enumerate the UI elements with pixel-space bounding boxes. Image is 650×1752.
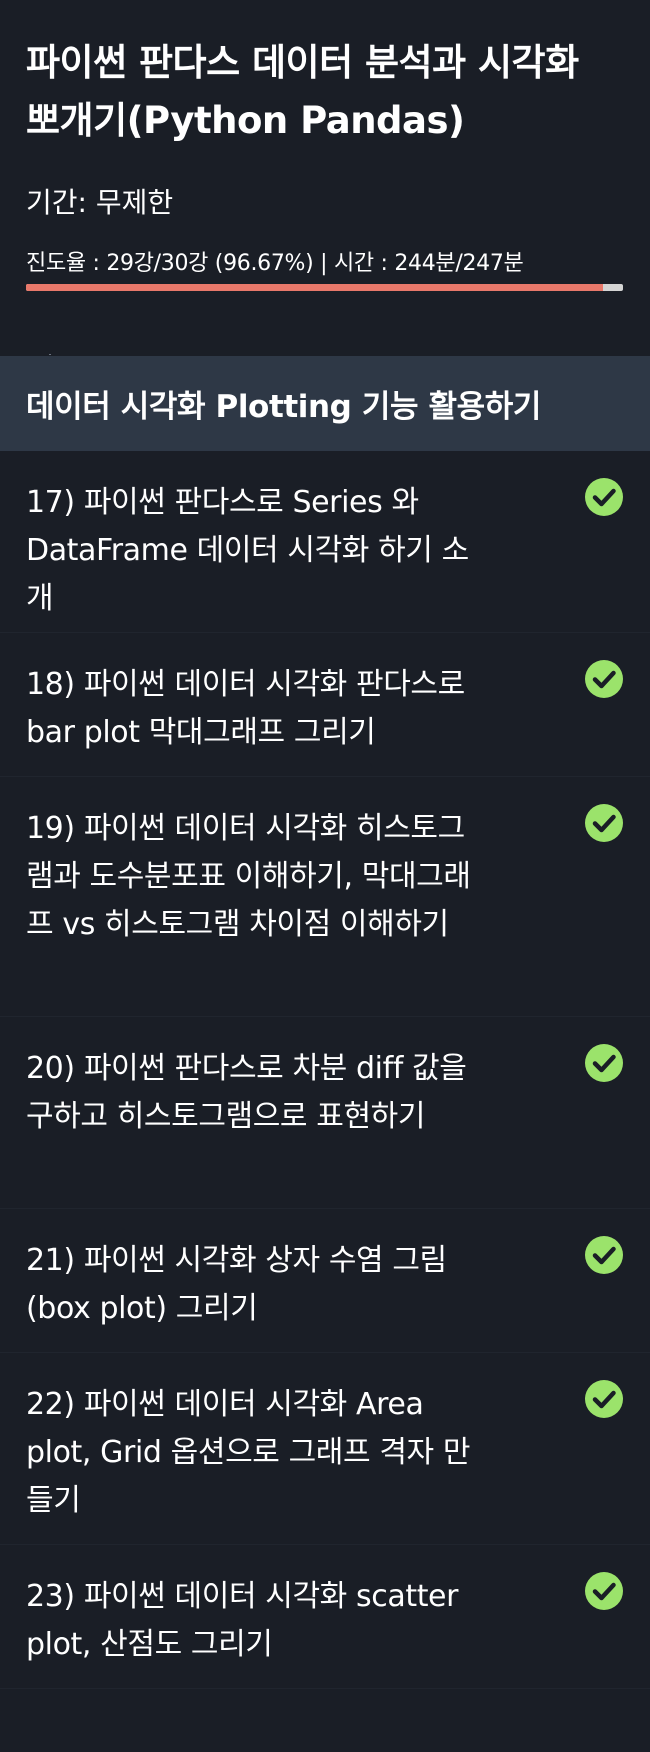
check-circle-icon [585, 478, 623, 516]
check-circle-icon [585, 1380, 623, 1418]
section-title: 데이터 시각화 Plotting 기능 활용하기 [26, 389, 541, 425]
lesson-title: 21) 파이썬 시각화 상자 수염 그림(box plot) 그리기 [26, 1243, 447, 1326]
section-header[interactable]: 데이터 시각화 Plotting 기능 활용하기 [0, 356, 650, 451]
lesson-item[interactable]: 18) 파이썬 데이터 시각화 판다스로 bar plot 막대그래프 그리기 [0, 633, 650, 777]
lesson-item[interactable]: 19) 파이썬 데이터 시각화 히스토그램과 도수분포표 이해하기, 막대그래프… [0, 777, 650, 1017]
lesson-title: 17) 파이썬 판다스로 Series 와 DataFrame 데이터 시각화 … [26, 485, 469, 616]
lesson-title: 19) 파이썬 데이터 시각화 히스토그램과 도수분포표 이해하기, 막대그래프… [26, 811, 471, 942]
lesson-title: 22) 파이썬 데이터 시각화 Area plot, Grid 옵션으로 그래프… [26, 1387, 471, 1518]
course-title: 파이썬 판다스 데이터 분석과 시각화 뽀개기(Python Pandas) [26, 41, 579, 142]
check-circle-icon [585, 1572, 623, 1610]
progress-bar [26, 284, 623, 291]
check-circle-icon [585, 1044, 623, 1082]
divider-dot [49, 354, 51, 355]
check-circle-icon [585, 804, 623, 842]
course-period: 기간: 무제한 [26, 186, 174, 219]
check-circle-icon [585, 1236, 623, 1274]
course-header: 파이썬 판다스 데이터 분석과 시각화 뽀개기(Python Pandas) 기… [0, 0, 650, 356]
check-circle-icon [585, 660, 623, 698]
lesson-title: 20) 파이썬 판다스로 차분 diff 값을 구하고 히스토그램으로 표현하기 [26, 1051, 467, 1134]
lesson-item[interactable]: 20) 파이썬 판다스로 차분 diff 값을 구하고 히스토그램으로 표현하기 [0, 1017, 650, 1209]
lesson-item[interactable]: 17) 파이썬 판다스로 Series 와 DataFrame 데이터 시각화 … [0, 451, 650, 633]
lesson-item[interactable]: 21) 파이썬 시각화 상자 수염 그림(box plot) 그리기 [0, 1209, 650, 1353]
progress-text: 진도율 : 29강/30강 (96.67%) | 시간 : 244분/247분 [26, 251, 524, 276]
lesson-list: 17) 파이썬 판다스로 Series 와 DataFrame 데이터 시각화 … [0, 451, 650, 1689]
progress-bar-fill [26, 284, 604, 291]
lesson-title: 23) 파이썬 데이터 시각화 scatter plot, 산점도 그리기 [26, 1579, 459, 1662]
lesson-item[interactable]: 23) 파이썬 데이터 시각화 scatter plot, 산점도 그리기 [0, 1545, 650, 1689]
lesson-item[interactable]: 22) 파이썬 데이터 시각화 Area plot, Grid 옵션으로 그래프… [0, 1353, 650, 1545]
lesson-title: 18) 파이썬 데이터 시각화 판다스로 bar plot 막대그래프 그리기 [26, 667, 465, 750]
